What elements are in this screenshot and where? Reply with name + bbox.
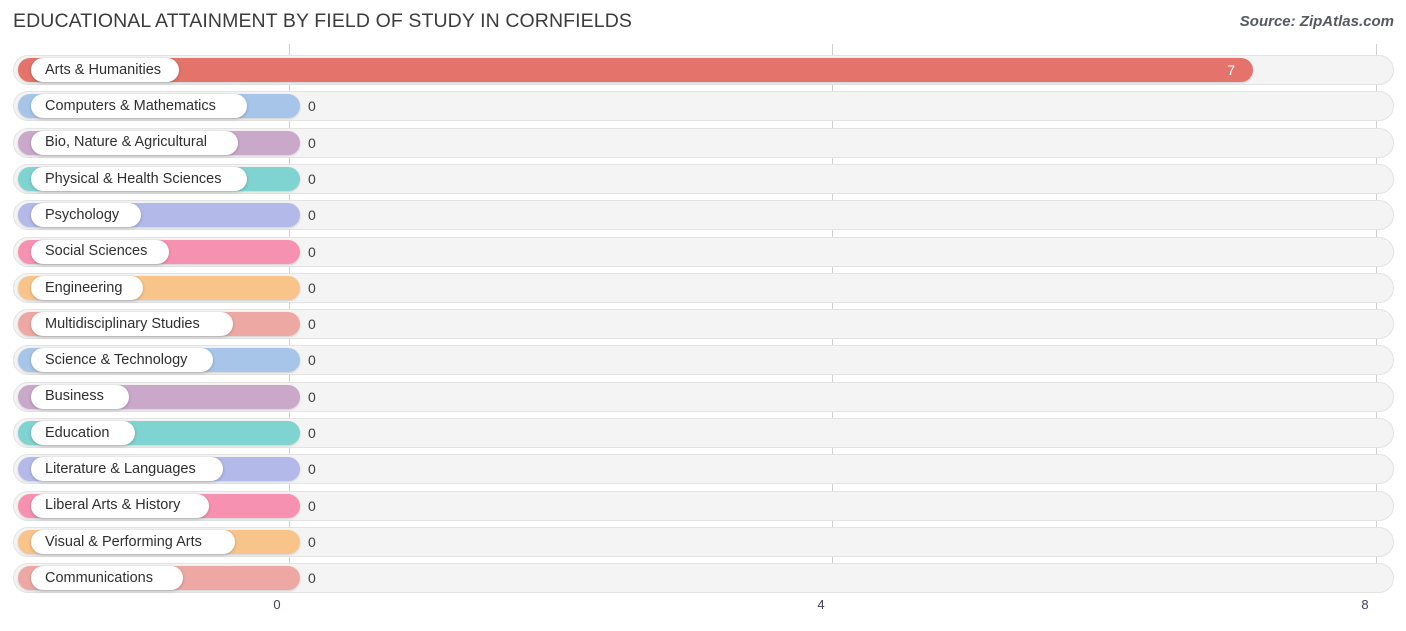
bar-value-label: 0 (308, 207, 316, 224)
bar-value-label: 0 (308, 243, 316, 260)
bar-value-label: 0 (308, 279, 316, 296)
category-label-pill: Science & Technology (31, 348, 213, 373)
chart-plot-area: Arts & Humanities 7 Computers & Mathematic… (0, 44, 1406, 595)
table-row[interactable]: Engineering 0 (13, 272, 1394, 303)
category-label-pill: Visual & Performing Arts (31, 529, 235, 554)
x-tick-label: 8 (1361, 597, 1369, 612)
bar-value-label: 0 (308, 497, 316, 514)
category-label-pill: Engineering (31, 275, 143, 300)
table-row[interactable]: Science & Technology 0 (13, 345, 1394, 376)
table-row[interactable]: Multidisciplinary Studies 0 (13, 309, 1394, 340)
bar[interactable] (18, 58, 1253, 82)
table-row[interactable]: Education 0 (13, 418, 1394, 448)
x-axis: 0 4 8 (0, 595, 1406, 631)
x-tick-label: 0 (273, 597, 281, 612)
x-tick-label: 4 (817, 597, 825, 612)
category-label-pill: Physical & Health Sciences (31, 166, 247, 191)
table-row[interactable]: Communications 0 (13, 563, 1394, 594)
category-label: Literature & Languages (45, 461, 196, 478)
category-label-pill: Business (31, 384, 129, 409)
category-label: Communications (45, 569, 153, 586)
category-label: Science & Technology (45, 352, 188, 369)
bar-value-label: 0 (308, 425, 316, 441)
category-label-pill: Liberal Arts & History (31, 493, 209, 518)
bar-value-label: 7 (1227, 62, 1235, 78)
category-label-pill: Education (31, 421, 135, 445)
category-label: Engineering (45, 279, 123, 296)
category-label: Liberal Arts & History (45, 497, 181, 514)
table-row[interactable]: Arts & Humanities 7 (13, 55, 1394, 85)
chart-header: EDUCATIONAL ATTAINMENT BY FIELD OF STUDY… (0, 0, 1406, 44)
category-label-pill: Computers & Mathematics (31, 94, 247, 119)
category-label: Education (45, 424, 110, 441)
page-title: EDUCATIONAL ATTAINMENT BY FIELD OF STUDY… (13, 10, 633, 32)
source-attribution: Source: ZipAtlas.com (1239, 13, 1394, 30)
table-row[interactable]: Literature & Languages 0 (13, 454, 1394, 485)
category-label-pill: Bio, Nature & Agricultural (31, 130, 238, 155)
category-label-pill: Multidisciplinary Studies (31, 312, 233, 337)
category-label: Visual & Performing Arts (45, 533, 202, 550)
bar-value-label: 0 (308, 533, 316, 550)
category-label-pill: Social Sciences (31, 239, 169, 264)
table-row[interactable]: Visual & Performing Arts 0 (13, 526, 1394, 557)
bar-value-label: 0 (308, 570, 316, 587)
category-label-pill: Communications (31, 566, 183, 591)
bar-value-label: 0 (308, 98, 316, 115)
table-row[interactable]: Social Sciences 0 (13, 236, 1394, 267)
category-label: Psychology (45, 206, 120, 223)
table-row[interactable]: Business 0 (13, 381, 1394, 412)
category-label-pill: Arts & Humanities (31, 58, 179, 82)
table-row[interactable]: Physical & Health Sciences 0 (13, 163, 1394, 194)
table-row[interactable]: Liberal Arts & History 0 (13, 490, 1394, 521)
bar-value-label: 0 (308, 352, 316, 369)
category-label: Arts & Humanities (45, 61, 162, 78)
bar-value-label: 0 (308, 461, 316, 478)
table-row[interactable]: Bio, Nature & Agricultural 0 (13, 127, 1394, 158)
table-row[interactable]: Psychology 0 (13, 200, 1394, 231)
category-label-pill: Psychology (31, 203, 141, 228)
table-row[interactable]: Computers & Mathematics 0 (13, 91, 1394, 122)
bar-value-label: 0 (308, 134, 316, 151)
category-label: Social Sciences (45, 243, 148, 260)
category-label-pill: Literature & Languages (31, 457, 223, 482)
category-label: Business (45, 388, 104, 405)
bar-value-label: 0 (308, 388, 316, 405)
bar-value-label: 0 (308, 170, 316, 187)
category-label: Bio, Nature & Agricultural (45, 134, 207, 151)
category-label: Computers & Mathematics (45, 98, 216, 115)
category-label: Physical & Health Sciences (45, 170, 222, 187)
category-label: Multidisciplinary Studies (45, 315, 200, 332)
bar-value-label: 0 (308, 316, 316, 333)
